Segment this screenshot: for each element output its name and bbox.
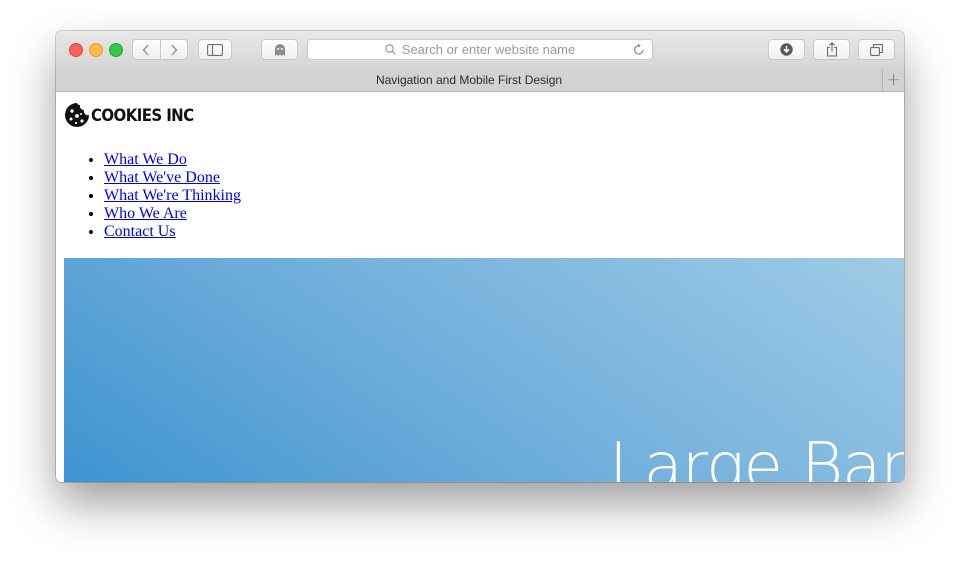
share-icon — [826, 42, 837, 57]
nav-link-what-were-thinking[interactable]: What We're Thinking — [104, 187, 241, 204]
show-tabs-button[interactable] — [858, 39, 895, 60]
maximize-window-button[interactable] — [109, 43, 123, 57]
minimize-window-button[interactable] — [89, 43, 103, 57]
back-button[interactable] — [133, 40, 160, 59]
banner-title: Large Banner — [609, 430, 904, 482]
sidebar-icon — [207, 43, 223, 56]
browser-window: Search or enter website name Navigation … — [56, 31, 904, 482]
nav-link-contact-us[interactable]: Contact Us — [104, 223, 176, 240]
tabs-icon — [870, 43, 883, 56]
nav-item-who-we-are: Who We Are — [104, 205, 241, 223]
ghost-icon — [274, 43, 285, 56]
web-page-content: COOKIES INC What We Do What We've Done W… — [56, 92, 904, 482]
active-tab[interactable]: Navigation and Mobile First Design — [56, 69, 882, 92]
nav-item-what-weve-done: What We've Done — [104, 169, 241, 187]
nav-link-what-weve-done[interactable]: What We've Done — [104, 169, 220, 186]
close-window-button[interactable] — [69, 43, 83, 57]
chevron-right-icon — [171, 44, 178, 55]
chevron-left-icon — [142, 44, 149, 55]
history-nav-group — [132, 39, 188, 60]
address-placeholder: Search or enter website name — [401, 42, 576, 57]
nav-item-what-were-thinking: What We're Thinking — [104, 187, 241, 205]
address-bar[interactable]: Search or enter website name — [307, 39, 653, 60]
nav-link-who-we-are[interactable]: Who We Are — [104, 205, 187, 222]
hero-banner: Large Banner — [64, 258, 904, 482]
new-tab-button[interactable]: + — [882, 69, 904, 91]
downloads-button[interactable] — [768, 39, 805, 60]
forward-button[interactable] — [159, 40, 188, 59]
download-icon — [780, 43, 793, 56]
cookie-icon — [65, 103, 89, 127]
magnifier-icon — [385, 44, 396, 55]
nav-item-what-we-do: What We Do — [104, 151, 241, 169]
reload-icon[interactable] — [633, 43, 645, 56]
site-logo[interactable]: COOKIES INC — [64, 102, 194, 128]
tab-bar: Navigation and Mobile First Design + — [56, 69, 904, 92]
nav-link-what-we-do[interactable]: What We Do — [104, 151, 187, 168]
share-button[interactable] — [813, 39, 850, 60]
logo-wordmark: COOKIES INC — [91, 104, 194, 126]
nav-item-contact-us: Contact Us — [104, 223, 241, 241]
browser-toolbar: Search or enter website name — [56, 31, 904, 70]
site-navigation: What We Do What We've Done What We're Th… — [64, 151, 241, 241]
sidebar-button[interactable] — [198, 39, 232, 60]
private-browsing-button[interactable] — [261, 39, 298, 60]
